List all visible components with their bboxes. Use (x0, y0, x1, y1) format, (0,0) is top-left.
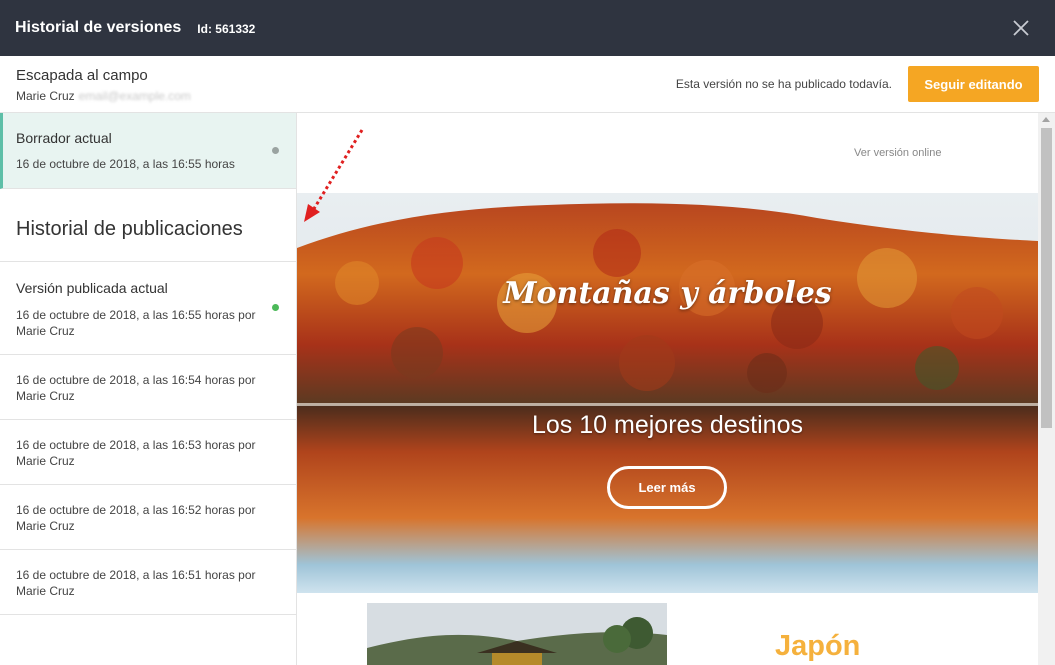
version-date: 16 de octubre de 2018, a las 16:53 horas… (16, 437, 256, 469)
version-sidebar: Borrador actual 16 de octubre de 2018, a… (0, 113, 297, 665)
draft-label: Borrador actual (16, 130, 112, 146)
close-icon[interactable] (1011, 18, 1031, 38)
published-status-dot (272, 304, 279, 311)
version-date-text: 16 de octubre de 2018, a las 16:51 horas… (16, 568, 256, 582)
author-name: Marie Cruz (16, 89, 75, 103)
hero-banner: Montañas y árboles Los 10 mejores destin… (297, 193, 1038, 593)
preview-scrollbar[interactable] (1038, 113, 1055, 665)
scrollbar-thumb[interactable] (1041, 128, 1052, 428)
autumn-forest-image (297, 193, 1038, 593)
japan-temple-image (367, 603, 667, 665)
document-author-line: Marie Cruz email@example.com (16, 89, 191, 103)
version-item[interactable]: 16 de octubre de 2018, a las 16:54 horas… (0, 355, 296, 420)
keep-editing-button[interactable]: Seguir editando (908, 66, 1039, 102)
published-version-current[interactable]: Versión publicada actual 16 de octubre d… (0, 262, 296, 355)
draft-date: 16 de octubre de 2018, a las 16:55 horas (16, 157, 235, 171)
scroll-up-icon[interactable] (1042, 117, 1050, 122)
current-draft-item[interactable]: Borrador actual 16 de octubre de 2018, a… (0, 113, 296, 189)
history-heading: Historial de publicaciones (0, 189, 296, 262)
top-bar: Historial de versiones Id: 561332 (0, 0, 1055, 56)
author-email: email@example.com (78, 89, 191, 103)
version-date-text: 16 de octubre de 2018, a las 16:52 horas… (16, 503, 256, 517)
version-author: Marie Cruz (16, 389, 75, 403)
history-heading-text: Historial de publicaciones (16, 218, 243, 240)
version-date: 16 de octubre de 2018, a las 16:51 horas… (16, 567, 256, 599)
country-heading: Japón (775, 630, 861, 662)
version-date: 16 de octubre de 2018, a las 16:54 horas… (16, 372, 256, 404)
version-author: Marie Cruz (16, 519, 75, 533)
hero-subtitle: Los 10 mejores destinos (532, 411, 803, 439)
hero-title: Montañas y árboles (503, 276, 832, 311)
version-item[interactable]: 16 de octubre de 2018, a las 16:51 horas… (0, 550, 296, 615)
version-author: Marie Cruz (16, 584, 75, 598)
document-header: Escapada al campo Marie Cruz email@exampl… (0, 56, 1055, 113)
version-label: Versión publicada actual (16, 280, 168, 296)
document-id: Id: 561332 (197, 22, 256, 36)
publish-status: Esta versión no se ha publicado todavía. (675, 77, 892, 91)
version-date-text: 16 de octubre de 2018, a las 16:53 horas… (16, 438, 256, 452)
version-author: Marie Cruz (16, 324, 75, 338)
view-online-link[interactable]: Ver versión online (854, 147, 941, 159)
email-preview: Ver versión online Montañas y árboles Lo… (297, 113, 1055, 665)
document-title: Escapada al campo (16, 67, 148, 84)
version-author: Marie Cruz (16, 454, 75, 468)
version-date-text: 16 de octubre de 2018, a las 16:55 horas… (16, 308, 256, 322)
modal-title: Historial de versiones (15, 19, 182, 36)
draft-status-dot (272, 147, 279, 154)
read-more-button[interactable]: Leer más (607, 466, 727, 509)
version-item[interactable]: 16 de octubre de 2018, a las 16:52 horas… (0, 485, 296, 550)
version-date: 16 de octubre de 2018, a las 16:55 horas… (16, 307, 256, 339)
version-date: 16 de octubre de 2018, a las 16:52 horas… (16, 502, 256, 534)
version-date-text: 16 de octubre de 2018, a las 16:54 horas… (16, 373, 256, 387)
version-item[interactable]: 16 de octubre de 2018, a las 16:53 horas… (0, 420, 296, 485)
